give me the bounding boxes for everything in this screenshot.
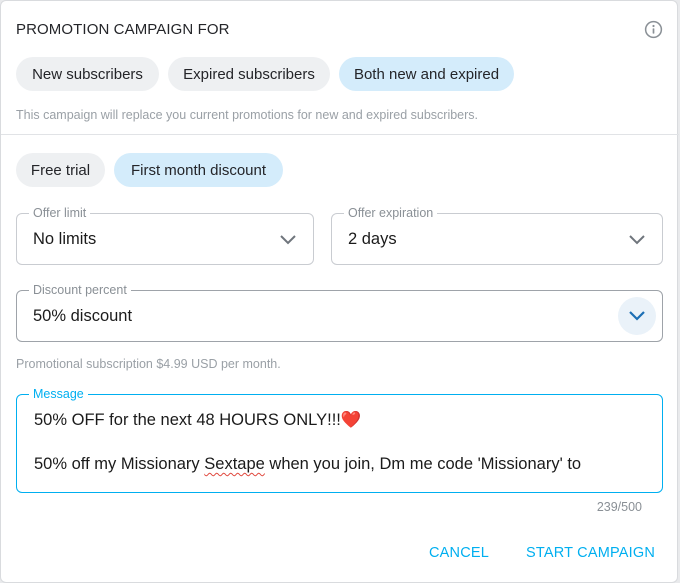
chevron-down-icon: [629, 311, 645, 321]
chevron-down-icon: [629, 235, 645, 245]
chip-label: New subscribers: [32, 65, 143, 83]
dialog-title: PROMOTION CAMPAIGN FOR: [16, 21, 230, 38]
offer-expiration-select[interactable]: Offer expiration 2 days: [331, 206, 663, 265]
info-icon[interactable]: [644, 20, 663, 39]
chip-label: Expired subscribers: [183, 65, 315, 83]
message-line-2-start: 50% off my Missionary: [34, 455, 205, 473]
message-line-2-end: when you join, Dm me code 'Missionary' t…: [264, 455, 582, 473]
offer-limit-label: Offer limit: [29, 206, 91, 220]
message-label: Message: [29, 387, 88, 401]
chip-both-new-and-expired[interactable]: Both new and expired: [339, 57, 514, 91]
message-line-1-text: 50% OFF for the next 48 HOURS ONLY!!!: [34, 411, 341, 429]
misspelled-word: Sextape: [204, 455, 265, 473]
discount-percent-value: 50% discount: [33, 307, 133, 325]
message-line-1: 50% OFF for the next 48 HOURS ONLY!!!❤️: [34, 411, 361, 430]
heart-emoji: ❤️: [340, 411, 362, 429]
offer-limit-select[interactable]: Offer limit No limits: [16, 206, 314, 265]
chip-new-subscribers[interactable]: New subscribers: [16, 57, 159, 91]
chip-free-trial[interactable]: Free trial: [16, 153, 105, 187]
chip-expired-subscribers[interactable]: Expired subscribers: [168, 57, 330, 91]
dropdown-toggle[interactable]: [618, 297, 656, 335]
chip-first-month-discount[interactable]: First month discount: [114, 153, 283, 187]
offer-expiration-label: Offer expiration: [344, 206, 438, 220]
promo-price-hint: Promotional subscription $4.99 USD per m…: [16, 357, 281, 371]
message-textarea[interactable]: Message 50% OFF for the next 48 HOURS ON…: [16, 387, 663, 493]
message-line-2: 50% off my Missionary Sextape when you j…: [34, 455, 581, 474]
section-divider: [1, 134, 679, 135]
start-campaign-button[interactable]: START CAMPAIGN: [526, 545, 655, 561]
offer-expiration-value: 2 days: [348, 230, 397, 248]
discount-percent-label: Discount percent: [29, 283, 131, 297]
chip-label: Free trial: [30, 161, 91, 179]
discount-percent-select[interactable]: Discount percent 50% discount: [16, 283, 663, 342]
offer-limit-value: No limits: [33, 230, 97, 248]
message-char-counter: 239/500: [596, 500, 642, 514]
audience-hint: This campaign will replace you current p…: [16, 108, 479, 122]
chip-label: First month discount: [130, 161, 267, 179]
chevron-down-icon: [280, 235, 296, 245]
promotion-campaign-dialog: PROMOTION CAMPAIGN FOR New subscribers E…: [0, 0, 679, 583]
chip-label: Both new and expired: [353, 65, 500, 83]
cancel-button[interactable]: CANCEL: [429, 545, 489, 561]
